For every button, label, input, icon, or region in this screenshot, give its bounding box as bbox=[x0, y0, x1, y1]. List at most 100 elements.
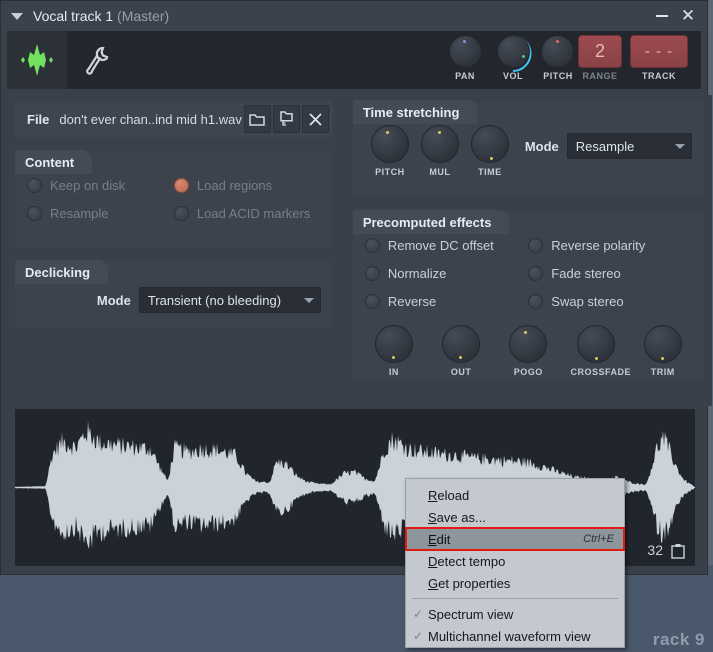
radio-option[interactable]: Reverse polarity bbox=[528, 231, 691, 259]
knob-label: PITCH bbox=[375, 167, 405, 177]
pan-knob[interactable]: PAN bbox=[441, 31, 489, 81]
knob-out[interactable]: OUT bbox=[436, 325, 486, 377]
waveform-icon[interactable] bbox=[7, 31, 67, 89]
clipboard-icon[interactable] bbox=[671, 543, 685, 559]
radio-label: Normalize bbox=[387, 265, 447, 281]
page-title: Vocal track 1 (Master) bbox=[33, 8, 169, 24]
knob-mul[interactable]: MUL bbox=[415, 125, 465, 177]
content-title: Content bbox=[15, 150, 93, 174]
knob-trim[interactable]: TRIM bbox=[638, 325, 688, 377]
menu-item-label: Edit bbox=[428, 531, 451, 547]
radio-dot bbox=[528, 293, 544, 309]
radio-dot bbox=[364, 237, 380, 253]
track-value[interactable]: - - - bbox=[630, 35, 688, 68]
radio-option[interactable]: Resample bbox=[27, 199, 174, 227]
time-stretching-mode-label: Mode bbox=[524, 138, 559, 154]
knob-label: IN bbox=[388, 367, 399, 377]
wrench-icon[interactable] bbox=[67, 45, 129, 75]
range-field[interactable]: 2 RANGE bbox=[575, 31, 625, 81]
menu-item-detect-tempo[interactable]: Detect tempo bbox=[406, 550, 624, 572]
vol-knob[interactable]: VOL bbox=[486, 27, 540, 81]
window-titlebar[interactable]: Vocal track 1 (Master) ✕ bbox=[1, 1, 707, 31]
radio-option[interactable]: Normalize bbox=[364, 259, 528, 287]
file-bar: File don't ever chan..ind mid h1.wav bbox=[15, 101, 333, 137]
menu-item-multichannel-waveform-view[interactable]: ✓ Multichannel waveform view bbox=[406, 625, 624, 647]
pan-knob-label: PAN bbox=[455, 71, 475, 81]
knob-label: TIME bbox=[478, 167, 502, 177]
knob-label: TRIM bbox=[650, 367, 675, 377]
radio-option[interactable]: Fade stereo bbox=[528, 259, 691, 287]
left-panel: File don't ever chan..ind mid h1.wav Con… bbox=[7, 95, 341, 406]
declicking-mode-select[interactable]: Transient (no bleeding) bbox=[138, 287, 321, 313]
knob-label: OUT bbox=[450, 367, 472, 377]
radio-label: Load regions bbox=[196, 177, 273, 193]
radio-dot bbox=[27, 177, 42, 193]
plugin-toolbar: PAN VOL PITCH 2 RANGE - - - TRACK bbox=[7, 27, 701, 89]
radio-option[interactable]: Remove DC offset bbox=[364, 231, 528, 259]
radio-dot bbox=[173, 177, 189, 193]
menu-item-label: Multichannel waveform view bbox=[428, 628, 591, 644]
knob-pitch[interactable]: PITCH bbox=[365, 125, 415, 177]
time-stretching-title: Time stretching bbox=[352, 100, 478, 124]
check-icon: ✓ bbox=[413, 629, 424, 643]
time-stretching-mode-select[interactable]: Resample bbox=[566, 133, 692, 159]
knob-label: CROSSFADE bbox=[570, 367, 632, 377]
close-icon[interactable] bbox=[301, 105, 329, 133]
range-label: RANGE bbox=[582, 71, 618, 81]
file-name[interactable]: don't ever chan..ind mid h1.wav bbox=[59, 112, 241, 127]
range-value[interactable]: 2 bbox=[578, 35, 622, 68]
pitch-knob[interactable]: PITCH bbox=[537, 31, 579, 81]
folder-save-icon[interactable] bbox=[272, 105, 300, 133]
knob-crossfade[interactable]: CROSSFADE bbox=[570, 325, 632, 377]
radio-option[interactable]: Load regions bbox=[173, 171, 321, 199]
radio-label: Load ACID markers bbox=[196, 205, 311, 221]
radio-dot bbox=[528, 265, 544, 281]
radio-option[interactable]: Reverse bbox=[364, 287, 528, 315]
minimize-icon[interactable] bbox=[649, 3, 675, 29]
folder-icon[interactable] bbox=[243, 105, 271, 133]
check-icon: ✓ bbox=[413, 607, 424, 621]
radio-option[interactable]: Load ACID markers bbox=[173, 199, 321, 227]
radio-dot bbox=[364, 293, 380, 309]
menu-item-label: Reload bbox=[428, 487, 470, 503]
declicking-section: Declicking Mode Transient (no bleeding) bbox=[15, 260, 333, 327]
radio-label: Reverse bbox=[387, 293, 437, 309]
close-icon[interactable]: ✕ bbox=[675, 3, 701, 29]
window-title-sub: (Master) bbox=[117, 8, 170, 24]
menu-item-edit[interactable]: Edit Ctrl+E bbox=[405, 527, 625, 551]
radio-label: Fade stereo bbox=[551, 265, 621, 281]
radio-option[interactable]: Swap stereo bbox=[528, 287, 691, 315]
time-stretching-section: Time stretching PITCH MUL TIME Mode Resamp… bbox=[352, 100, 704, 197]
declicking-mode-label: Mode bbox=[96, 292, 131, 308]
triangle-down-icon[interactable] bbox=[11, 12, 23, 20]
track-field[interactable]: - - - TRACK bbox=[625, 31, 693, 81]
menu-item-label: Detect tempo bbox=[428, 553, 506, 569]
knob-pogo[interactable]: POGO bbox=[503, 325, 553, 377]
menu-item-spectrum-view[interactable]: ✓ Spectrum view bbox=[406, 603, 624, 625]
radio-dot bbox=[364, 265, 380, 281]
knob-in[interactable]: IN bbox=[369, 325, 419, 377]
radio-label: Reverse polarity bbox=[551, 237, 646, 253]
radio-option[interactable]: Keep on disk bbox=[27, 171, 174, 199]
pitch-knob-label: PITCH bbox=[543, 71, 573, 81]
knob-time[interactable]: TIME bbox=[465, 125, 515, 177]
radio-label: Remove DC offset bbox=[387, 237, 494, 253]
content-section: Content Keep on disk Load regions Resample… bbox=[15, 150, 333, 247]
content-options: Keep on disk Load regions Resample Load ACI… bbox=[27, 171, 321, 227]
chevron-down-icon bbox=[674, 143, 685, 149]
track-label: TRACK bbox=[642, 71, 676, 81]
radio-label: Swap stereo bbox=[551, 293, 624, 309]
menu-item-reload[interactable]: Reload bbox=[406, 484, 624, 506]
file-label: File bbox=[27, 111, 50, 127]
precomputed-options: Remove DC offset Reverse polarity Normaliz… bbox=[364, 231, 692, 315]
menu-item-get-properties[interactable]: Get properties bbox=[406, 572, 624, 594]
precomputed-effects-section: Precomputed effects Remove DC offset Reve… bbox=[352, 210, 704, 379]
window-title-main: Vocal track 1 bbox=[33, 8, 114, 24]
channel-rack-title: rack 9 bbox=[652, 630, 705, 649]
zoom-level: 32 bbox=[647, 542, 663, 558]
right-panel: Time stretching PITCH MUL TIME Mode Resamp… bbox=[344, 95, 712, 406]
toolbar-knob-group: PAN VOL PITCH 2 RANGE - - - TRACK bbox=[441, 27, 693, 89]
radio-label: Resample bbox=[50, 205, 109, 221]
menu-item-save-as[interactable]: Save as... bbox=[406, 506, 624, 528]
context-menu[interactable]: Reload Save as... Edit Ctrl+E Detect tempo Ge… bbox=[405, 478, 625, 648]
